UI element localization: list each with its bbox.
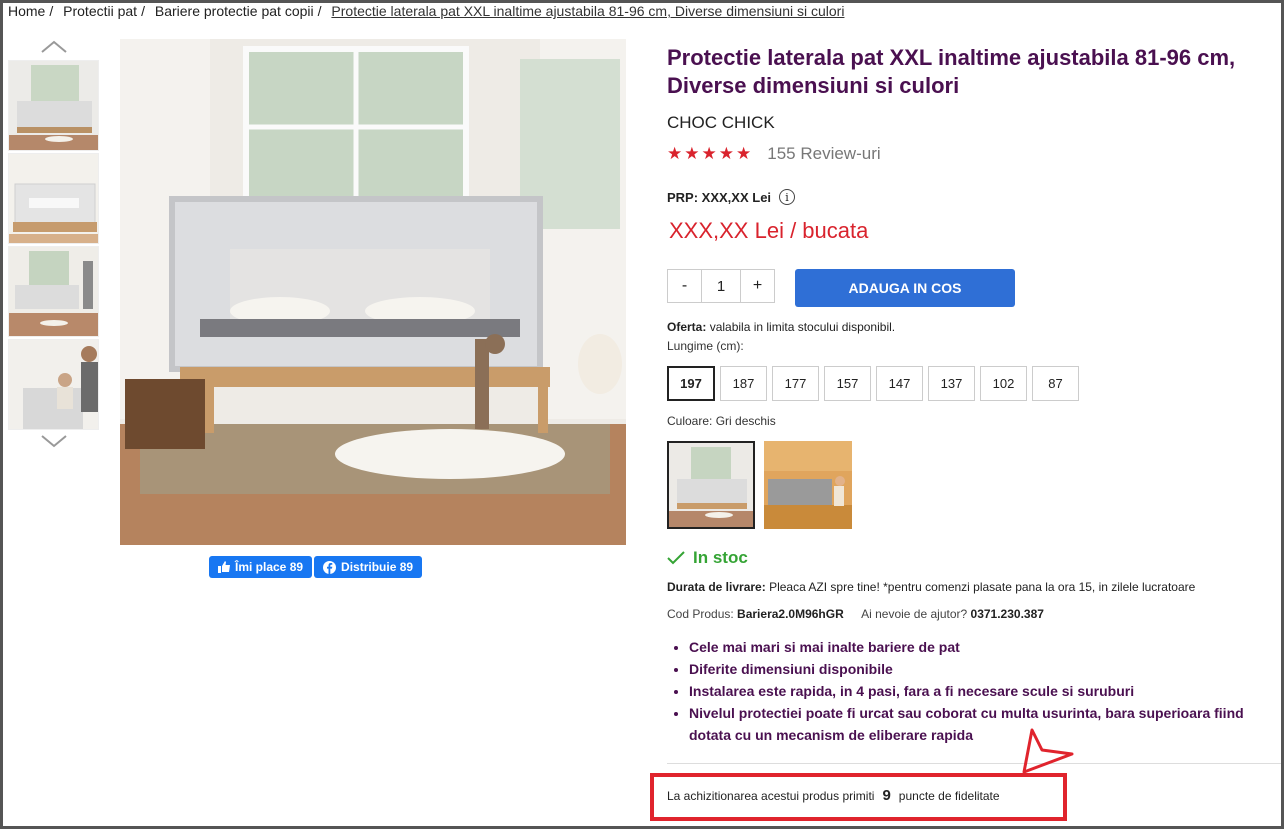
breadcrumb-home[interactable]: Home: [8, 3, 45, 19]
product-rating[interactable]: ★ ★ ★ ★ ★ 155 Review-uri: [667, 144, 881, 164]
feature-list: Cele mai mari si mai inalte bariere de p…: [667, 636, 1277, 746]
breadcrumb-protectii-pat[interactable]: Protectii pat: [63, 3, 137, 19]
size-option[interactable]: 197: [667, 366, 715, 401]
loyalty-pre: La achizitionarea acestui produs primiti: [667, 788, 875, 803]
list-item: Nivelul protectiei poate fi urcat sau co…: [689, 702, 1277, 746]
decrease-quantity-button[interactable]: -: [668, 270, 701, 302]
product-title: Protectie laterala pat XXL inaltime ajus…: [667, 45, 1236, 98]
checkmark-icon: [667, 551, 685, 565]
annotation-arrow-icon: [1022, 728, 1074, 774]
size-option[interactable]: 102: [980, 366, 1027, 401]
star-icon: ★: [701, 144, 717, 163]
loyalty-post: puncte de fidelitate: [898, 788, 1000, 803]
breadcrumb: Home / Protectii pat / Bariere protectie p…: [8, 3, 845, 19]
reviews-count[interactable]: 155 Review-uri: [767, 144, 880, 164]
product-price: XXX,XX Lei / bucata: [669, 218, 869, 243]
product-code-row: Cod Produs: Bariera2.0M96hGR Ai nevoie d…: [667, 607, 1044, 621]
loyalty-points: La achizitionarea acestui produs primiti…: [667, 787, 1000, 804]
list-item: Diferite dimensiuni disponibile: [689, 658, 1277, 680]
star-icon: ★: [667, 144, 683, 163]
social-buttons: Îmi place 89 Distribuie 89: [209, 556, 423, 578]
delivery-text: Pleaca AZI spre tine! *pentru comenzi pl…: [769, 580, 1196, 594]
code-label: Cod Produs:: [667, 607, 734, 621]
info-icon[interactable]: i: [779, 189, 796, 205]
code-value: Bariera2.0M96hGR: [737, 607, 844, 621]
quantity-input[interactable]: 1: [701, 270, 741, 302]
chevron-down-icon[interactable]: [8, 430, 99, 452]
color-options: [667, 441, 852, 529]
thumbnail-1[interactable]: [8, 60, 99, 151]
chevron-up-icon[interactable]: [8, 36, 99, 58]
color-label: Culoare: Gri deschis: [667, 414, 776, 428]
thumbnail-2[interactable]: [8, 153, 99, 244]
offer-value: valabila in limita stocului disponibil.: [709, 320, 896, 334]
length-label: Lungime (cm):: [667, 339, 744, 353]
facebook-like-button[interactable]: Îmi place 89: [209, 556, 313, 578]
thumbs-up-icon: [218, 561, 230, 573]
list-item: Cele mai mari si mai inalte bariere de p…: [689, 636, 1277, 658]
loyalty-points-value: 9: [882, 787, 891, 804]
star-icon: ★: [718, 144, 734, 163]
stock-label: In stoc: [693, 548, 748, 567]
delivery-label: Durata de livrare:: [667, 580, 766, 594]
facebook-share-button[interactable]: Distribuie 89: [314, 556, 423, 578]
help-phone[interactable]: 0371.230.387: [971, 607, 1044, 621]
thumbnail-gallery: [8, 36, 99, 452]
product-brand[interactable]: CHOC CHICK: [667, 113, 775, 133]
add-to-cart-button[interactable]: ADAUGA IN COS: [795, 269, 1015, 307]
size-options: 197 187 177 157 147 137 102 87: [667, 366, 1079, 401]
delivery-info: Durata de livrare: Pleaca AZI spre tine!…: [667, 580, 1195, 594]
offer-label: Oferta:: [667, 320, 707, 334]
help-label: Ai nevoie de ajutor?: [861, 607, 968, 621]
star-icon: ★: [736, 144, 752, 163]
size-option[interactable]: 187: [720, 366, 767, 401]
color-swatch-dark-grey[interactable]: [764, 441, 852, 529]
prp-price: PRP: XXX,XX Lei i: [667, 189, 796, 205]
breadcrumb-current[interactable]: Protectie laterala pat XXL inaltime ajus…: [331, 3, 844, 19]
size-option[interactable]: 177: [772, 366, 819, 401]
share-label: Distribuie 89: [341, 560, 414, 574]
size-option[interactable]: 157: [824, 366, 871, 401]
facebook-icon: [323, 560, 337, 574]
offer-text: Oferta: valabila in limita stocului disp…: [667, 320, 895, 334]
star-icon: ★: [684, 144, 700, 163]
increase-quantity-button[interactable]: +: [741, 270, 774, 302]
size-option[interactable]: 137: [928, 366, 975, 401]
quantity-stepper: - 1 +: [667, 269, 775, 303]
prp-label: PRP: XXX,XX Lei: [667, 189, 772, 205]
size-option[interactable]: 147: [876, 366, 923, 401]
thumbnail-3[interactable]: [8, 246, 99, 337]
size-option[interactable]: 87: [1032, 366, 1079, 401]
stock-status: In stoc: [667, 548, 748, 568]
like-label: Îmi place 89: [235, 560, 304, 574]
list-item: Instalarea este rapida, in 4 pasi, fara …: [689, 680, 1277, 702]
divider: [667, 763, 1281, 764]
breadcrumb-bariere[interactable]: Bariere protectie pat copii: [155, 3, 314, 19]
main-product-image[interactable]: [120, 39, 626, 545]
thumbnail-4[interactable]: [8, 339, 99, 430]
color-swatch-light-grey[interactable]: [667, 441, 755, 529]
